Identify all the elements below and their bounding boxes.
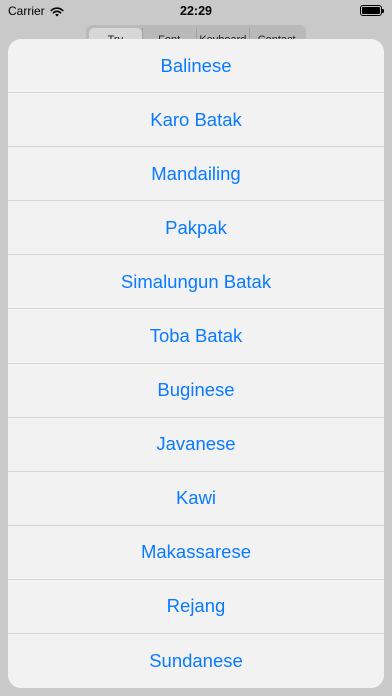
battery-level <box>362 7 380 14</box>
status-bar: Carrier 22:29 <box>0 0 392 22</box>
option-balinese[interactable]: Balinese <box>8 39 384 94</box>
option-javanese[interactable]: Javanese <box>8 418 384 472</box>
clock: 22:29 <box>180 4 212 18</box>
option-toba-batak[interactable]: Toba Batak <box>8 309 384 364</box>
option-buginese[interactable]: Buginese <box>8 364 384 418</box>
option-makassarese[interactable]: Makassarese <box>8 526 384 580</box>
battery-full-icon <box>360 5 384 16</box>
option-kawi[interactable]: Kawi <box>8 472 384 526</box>
language-action-sheet: Balinese Karo Batak Mandailing Pakpak Si… <box>8 39 384 688</box>
option-simalungun-batak[interactable]: Simalungun Batak <box>8 255 384 310</box>
option-karo-batak[interactable]: Karo Batak <box>8 93 384 148</box>
option-pakpak[interactable]: Pakpak <box>8 201 384 256</box>
option-sundanese[interactable]: Sundanese <box>8 634 384 688</box>
option-mandailing[interactable]: Mandailing <box>8 147 384 202</box>
option-rejang[interactable]: Rejang <box>8 580 384 635</box>
